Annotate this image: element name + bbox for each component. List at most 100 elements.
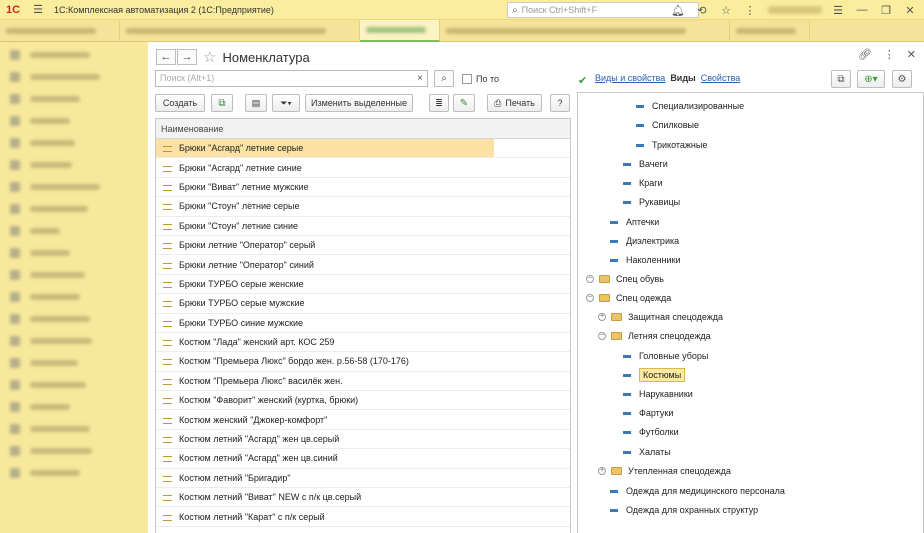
list-item[interactable]: Брюки "Виват" летние мужские (156, 178, 570, 198)
tree-item[interactable]: Трикотажные (636, 136, 707, 154)
filter-checkbox[interactable] (462, 74, 472, 84)
menu-dots-icon[interactable]: ⋮ (742, 2, 758, 18)
tab-kinds[interactable]: Виды (670, 73, 695, 83)
star-icon[interactable]: ☆ (718, 2, 734, 18)
tab-window-4[interactable] (730, 19, 810, 42)
print-button[interactable]: ⎙ Печать (487, 94, 542, 112)
section-item[interactable] (0, 242, 147, 264)
help-button[interactable]: ? (550, 94, 570, 112)
tree-item[interactable]: Костюмы (623, 366, 686, 384)
filter-dropdown-button[interactable]: ⏷▾ (272, 94, 300, 112)
section-item[interactable] (0, 418, 147, 440)
tab-window-1[interactable] (120, 19, 360, 42)
section-item[interactable] (0, 330, 147, 352)
tree-item[interactable]: Спилковые (636, 116, 699, 134)
section-item[interactable] (0, 44, 147, 66)
tree-item[interactable]: Специализированные (636, 97, 744, 115)
section-item[interactable] (0, 176, 147, 198)
kinds-and-properties-link[interactable]: Виды и свойства (595, 73, 665, 83)
list-item[interactable]: Костюм летний "Асгард" жен цв.синий (156, 449, 570, 469)
more-dots-icon[interactable]: ⋮ (884, 48, 895, 61)
section-item[interactable] (0, 396, 147, 418)
list-item[interactable]: Костюм летний "Бригадир" (156, 469, 570, 489)
tab-nomenclature[interactable] (360, 19, 440, 42)
main-menu-icon[interactable]: ☰ (30, 2, 46, 18)
tab-home[interactable] (0, 19, 120, 42)
list-item[interactable]: Брюки летние "Оператор" синий (156, 255, 570, 275)
tree-item[interactable]: − Летняя спецодежда (598, 327, 711, 345)
history-icon[interactable]: ⟲ (694, 2, 710, 18)
section-item[interactable] (0, 66, 147, 88)
user-name[interactable] (768, 6, 822, 14)
view-button[interactable]: ▤ (245, 94, 267, 112)
list-item[interactable]: Костюм женский "Джокер-комфорт" (156, 410, 570, 430)
column-header-name[interactable]: Наименование (156, 119, 570, 139)
search-button[interactable]: ⌕ (434, 70, 454, 87)
tree-item[interactable]: Диэлектрика (610, 232, 679, 250)
tree-item[interactable]: Халаты (623, 443, 671, 461)
tree-item[interactable]: Аптечки (610, 213, 659, 231)
section-item[interactable] (0, 220, 147, 242)
list-item[interactable]: Брюки ТУРБО серые женские (156, 275, 570, 295)
list-item[interactable]: Костюм "Лада" женский арт. КОС 259 (156, 333, 570, 353)
edit-selected-button[interactable]: Изменить выделенные (305, 94, 413, 112)
section-item[interactable] (0, 462, 147, 484)
list-item[interactable]: Костюм "Премьера Люкс" бордо жен. р.56-5… (156, 352, 570, 372)
bell-icon[interactable]: 🔔︎ (670, 2, 686, 18)
tree-item[interactable]: Вачеги (623, 155, 668, 173)
restore-icon[interactable]: ❐ (878, 2, 894, 18)
list-item[interactable]: Брюки ТУРБО синие мужские (156, 314, 570, 333)
list-item[interactable]: Костюм "Фаворит" женский (куртка, брюки) (156, 391, 570, 411)
tree-item[interactable]: − Спец обувь (586, 270, 664, 288)
list-item[interactable]: Костюм летний "Карат" с п/к серый (156, 507, 570, 527)
minimize-icon[interactable]: — (854, 2, 870, 18)
tree-item[interactable]: Футболки (623, 423, 679, 441)
list-item[interactable]: Костюм летний "Асгард" жен цв.серый (156, 430, 570, 450)
tree-item[interactable]: Рукавицы (623, 193, 680, 211)
section-item[interactable] (0, 132, 147, 154)
copy-button[interactable]: ⧉ (211, 94, 233, 112)
expand-icon[interactable]: + (598, 313, 606, 321)
section-item[interactable] (0, 198, 147, 220)
section-item[interactable] (0, 308, 147, 330)
tree-item[interactable]: Наколенники (610, 251, 681, 269)
section-item[interactable] (0, 88, 147, 110)
list-item[interactable]: Костюм "Премьера Люкс" василёк жен. (156, 372, 570, 392)
favorite-star-icon[interactable]: ☆ (203, 48, 216, 66)
close-icon[interactable]: ✕ (902, 2, 918, 18)
list-item[interactable]: Костюм летний "Виват" NEW с п/к цв.серый (156, 488, 570, 508)
list-item[interactable]: Брюки "Асгард" летние синие (156, 158, 570, 178)
clear-search-icon[interactable]: × (412, 70, 428, 87)
list-item[interactable]: Брюки летние "Оператор" серый (156, 236, 570, 256)
back-button[interactable]: ← (156, 49, 176, 65)
tree-item[interactable]: Фартуки (623, 404, 673, 422)
section-item[interactable] (0, 110, 147, 132)
collapse-icon[interactable]: − (586, 275, 594, 283)
nomenclature-list[interactable]: Наименование Брюки "Асгард" летние серые… (155, 118, 571, 533)
properties-link[interactable]: Свойства (701, 73, 741, 83)
section-item[interactable] (0, 264, 147, 286)
list-item[interactable]: Брюки "Стоун" летние синие (156, 217, 570, 236)
collapse-icon[interactable]: − (598, 332, 606, 340)
list-item[interactable]: Брюки "Стоун" летние серые (156, 197, 570, 217)
section-item[interactable] (0, 154, 147, 176)
report-button[interactable]: ≣ (429, 94, 449, 112)
list-item[interactable]: Брюки "Асгард" летние серые (156, 139, 570, 159)
link-icon[interactable]: 🔗︎ (858, 48, 872, 61)
create-button[interactable]: Создать (155, 94, 205, 112)
tree-item[interactable]: Одежда для охранных структур (610, 501, 758, 519)
tree-item[interactable]: − Спец одежда (586, 289, 671, 307)
collapse-icon[interactable]: − (586, 294, 594, 302)
forward-button[interactable]: → (177, 49, 197, 65)
section-item[interactable] (0, 374, 147, 396)
tree-item[interactable]: Головные уборы (623, 347, 708, 365)
window-menu-icon[interactable]: ☰ (830, 2, 846, 18)
expand-icon[interactable]: + (598, 467, 606, 475)
tab-window-3[interactable] (440, 19, 730, 42)
section-item[interactable] (0, 352, 147, 374)
kinds-tree[interactable]: Специализированные Спилковые Трикотажные Ва… (577, 92, 924, 533)
attach-button[interactable]: ✎ (453, 94, 475, 112)
close-form-icon[interactable]: ✕ (907, 48, 916, 61)
tree-item[interactable]: Краги (623, 174, 663, 192)
section-item[interactable] (0, 440, 147, 462)
